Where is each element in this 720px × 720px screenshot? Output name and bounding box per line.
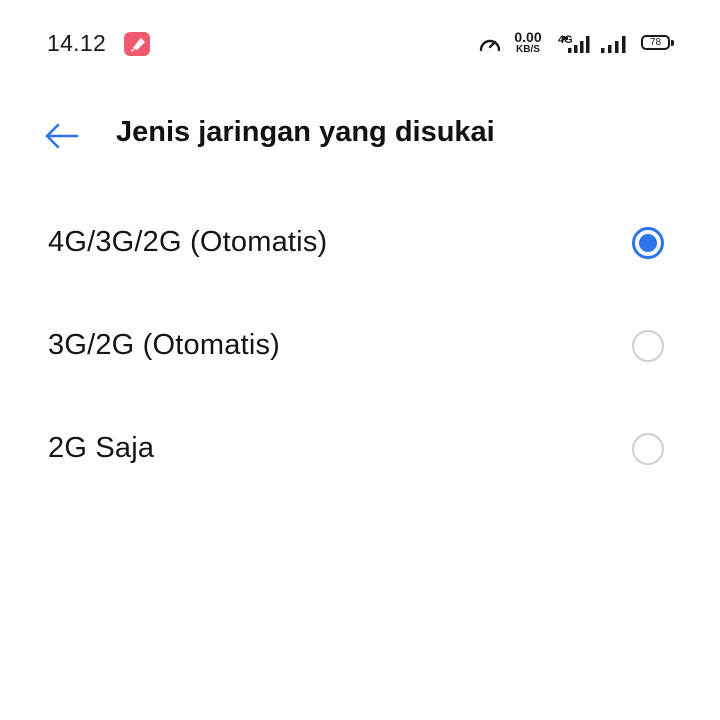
battery-tip: [671, 40, 674, 46]
option-2g-only[interactable]: 2G Saja: [0, 398, 720, 501]
option-4g-3g-2g-auto[interactable]: 4G/3G/2G (Otomatis): [0, 192, 720, 295]
option-label: 2G Saja: [48, 432, 155, 464]
radio-button[interactable]: [632, 433, 664, 465]
network-type-options: 4G/3G/2G (Otomatis) 3G/2G (Otomatis) 2G …: [0, 192, 720, 501]
network-speed-value: 0.00: [514, 29, 542, 45]
radio-button[interactable]: [632, 330, 664, 362]
option-3g-2g-auto[interactable]: 3G/2G (Otomatis): [0, 295, 720, 398]
option-label: 4G/3G/2G (Otomatis): [48, 226, 328, 258]
screen: 14.12 0.00 KB/S 4G 78 Jenis jaringan yan…: [0, 0, 720, 720]
option-label: 3G/2G (Otomatis): [48, 329, 281, 361]
network-speed-unit: KB/S: [516, 44, 540, 55]
page-title: Jenis jaringan yang disukai: [116, 116, 495, 148]
app-notification-icon: [124, 32, 150, 56]
battery-level: 78: [649, 37, 662, 48]
status-bar: 14.12 0.00 KB/S 4G 78: [0, 0, 720, 88]
speedometer-icon: [478, 33, 502, 60]
radio-button-selected[interactable]: [632, 227, 664, 259]
back-button[interactable]: [38, 114, 86, 158]
app-bar: Jenis jaringan yang disukai: [0, 98, 720, 174]
status-time: 14.12: [47, 30, 107, 56]
battery-icon: 78: [641, 35, 670, 50]
cell-signal-icon: [562, 34, 590, 59]
network-speed: 0.00 KB/S: [508, 30, 548, 55]
arrow-left-icon: [45, 123, 79, 149]
cell-signal-icon: [600, 34, 628, 59]
